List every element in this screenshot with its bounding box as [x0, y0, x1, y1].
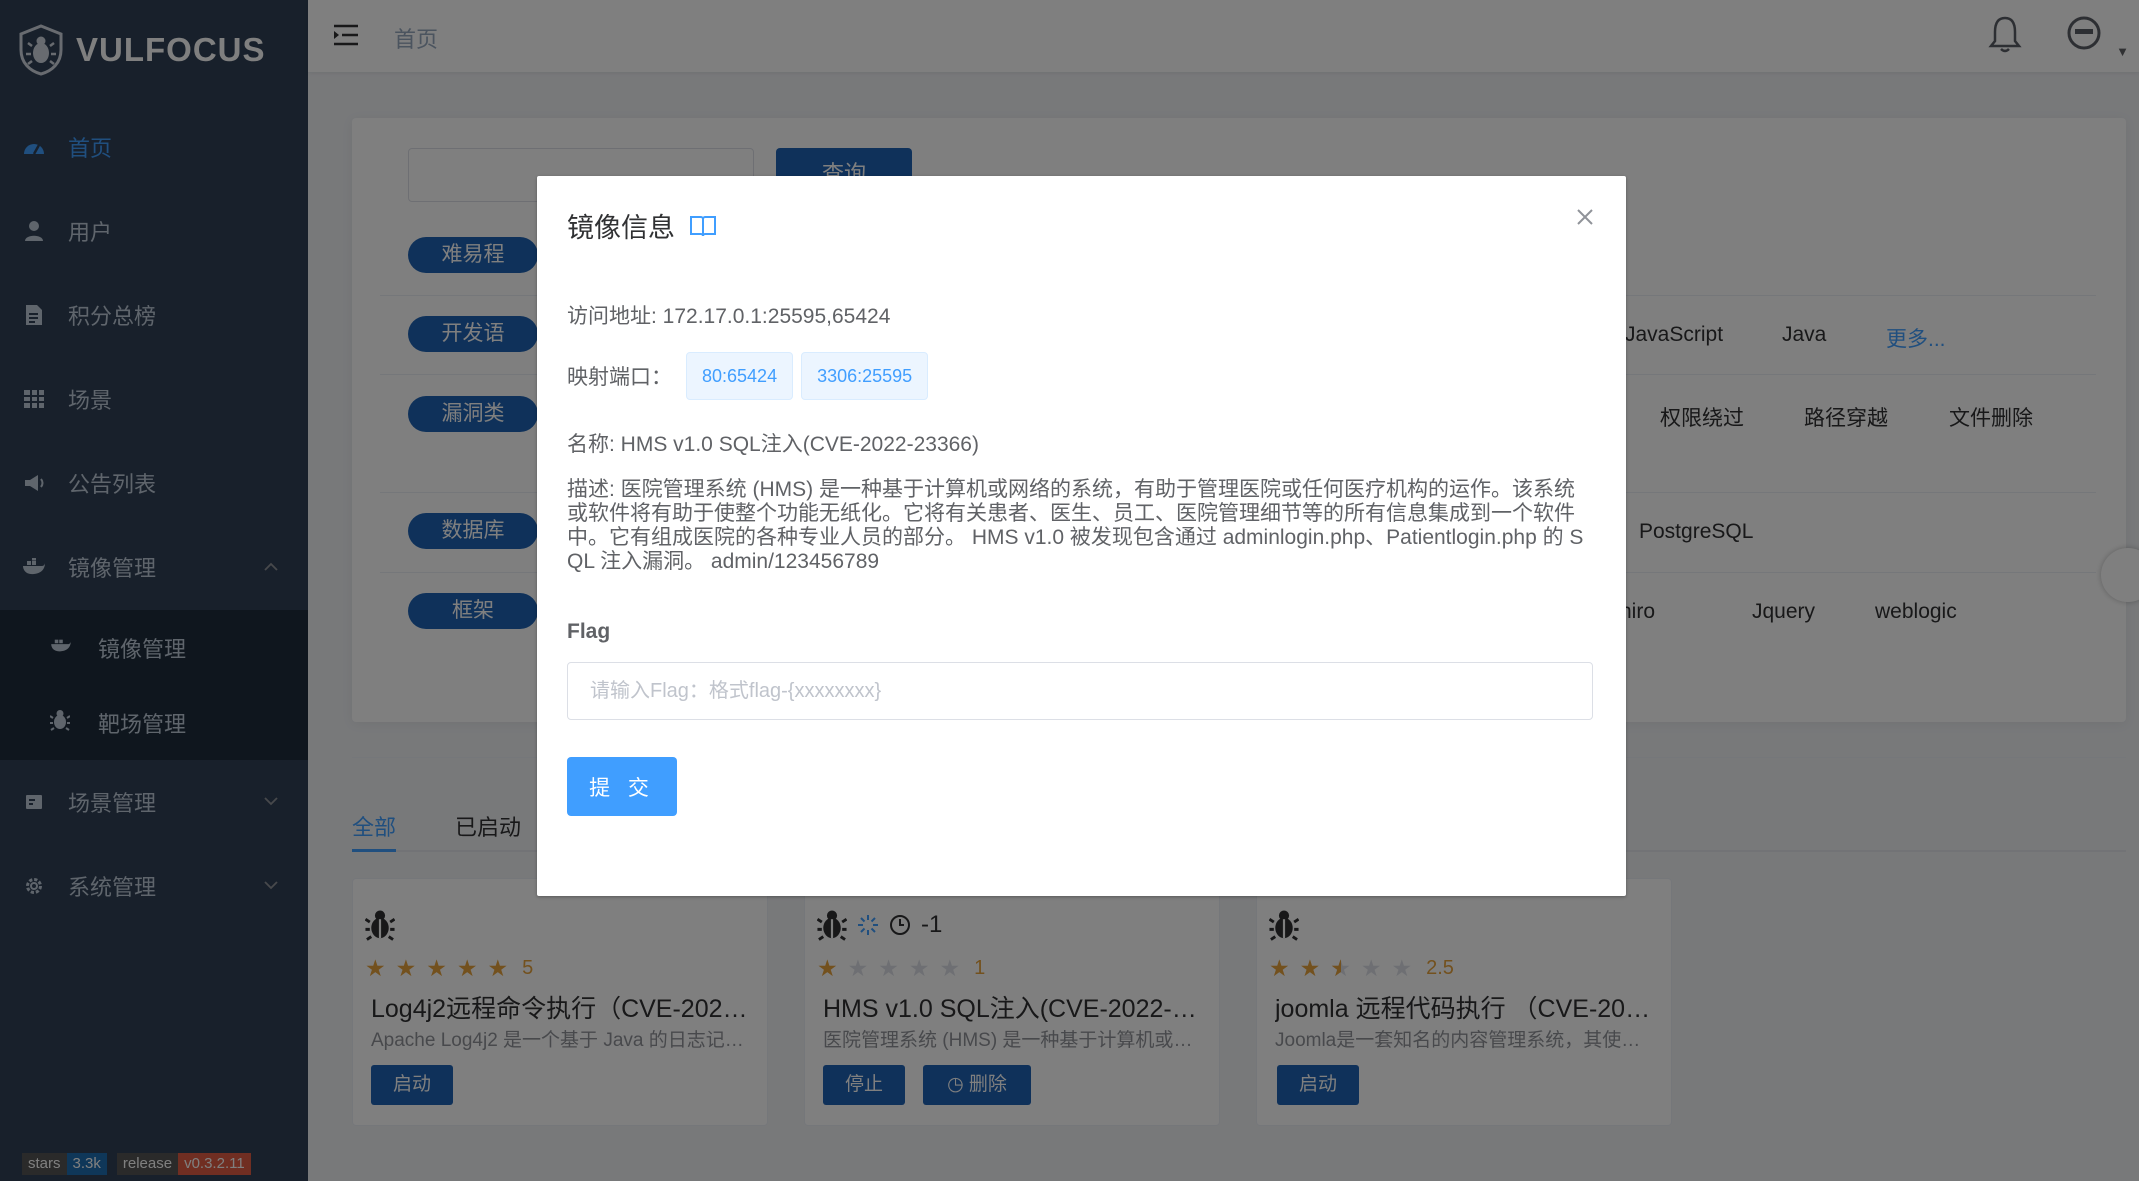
image-info-dialog: 镜像信息 访问地址: 172.17.0.1:25595,65424 映射端口： …: [537, 176, 1626, 896]
port-tag: 80:65424: [686, 352, 794, 400]
image-name: 名称: HMS v1.0 SQL注入(CVE-2022-23366): [567, 433, 979, 456]
flag-label: Flag: [567, 620, 611, 643]
flag-input[interactable]: [567, 662, 1593, 720]
mapped-ports: 映射端口： 80:65424 3306:25595: [567, 352, 936, 400]
book-icon[interactable]: [689, 214, 717, 238]
access-address: 访问地址: 172.17.0.1:25595,65424: [567, 305, 891, 328]
dialog-title: 镜像信息: [567, 206, 717, 245]
submit-button[interactable]: 提 交: [567, 757, 677, 816]
port-tag: 3306:25595: [801, 352, 929, 400]
image-description: 描述: 医院管理系统 (HMS) 是一种基于计算机或网络的系统，有助于管理医院或…: [567, 478, 1584, 573]
close-icon[interactable]: [1574, 206, 1596, 228]
ports-label: 映射端口：: [567, 366, 672, 389]
